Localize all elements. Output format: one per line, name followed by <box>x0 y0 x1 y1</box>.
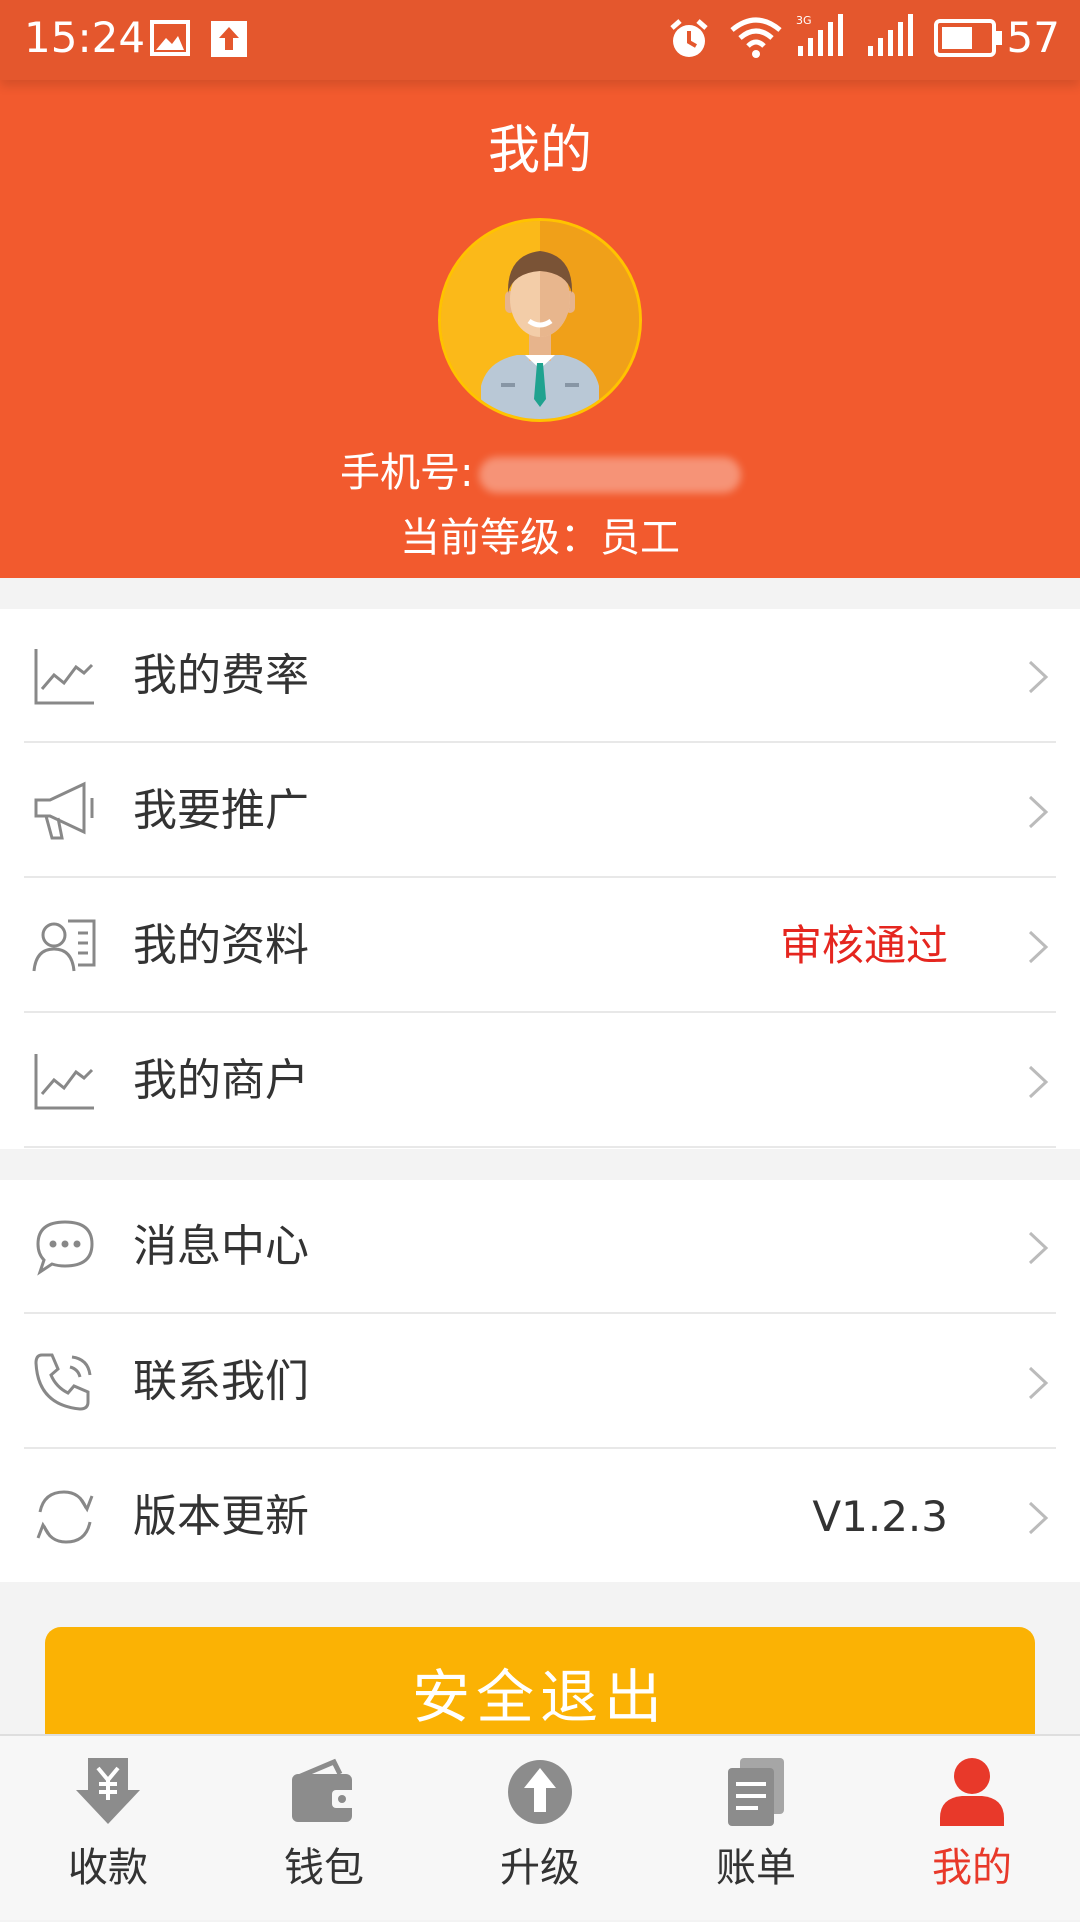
chevron-right-icon <box>1028 795 1049 829</box>
menu-item-my-rate[interactable]: 我的费率 <box>0 609 1080 743</box>
menu-item-message-center[interactable]: 消息中心 <box>0 1180 1080 1314</box>
divider <box>24 1011 1056 1013</box>
menu-item-label: 联系我们 <box>133 1356 309 1407</box>
chart-line-icon <box>34 1054 94 1110</box>
chevron-right-icon <box>1028 660 1049 694</box>
tab-receive[interactable]: 收款 <box>0 1736 216 1922</box>
page-title: 我的 <box>487 121 592 181</box>
menu-item-my-profile[interactable]: 我的资料 审核通过 <box>0 879 1080 1013</box>
chevron-right-icon <box>1028 1501 1049 1535</box>
tab-label: 收款 <box>68 1845 148 1891</box>
bill-icon <box>728 1758 784 1826</box>
menu-item-label: 我的资料 <box>133 920 309 971</box>
tab-bill[interactable]: 账单 <box>648 1736 864 1922</box>
menu-item-contact-us[interactable]: 联系我们 <box>0 1315 1080 1449</box>
user-level: 当前等级：员工 <box>400 515 680 561</box>
receive-money-icon <box>76 1758 140 1824</box>
divider <box>24 741 1056 743</box>
battery-level: 57 <box>1006 13 1060 62</box>
chevron-right-icon <box>1028 1065 1049 1099</box>
megaphone-icon <box>34 781 94 840</box>
divider <box>24 876 1056 878</box>
profile-header: 我的 手机号: 当前等级：员工 <box>0 80 1080 578</box>
menu-item-version-update[interactable]: 版本更新 V1.2.3 <box>0 1450 1080 1584</box>
alarm-icon <box>670 19 708 57</box>
chat-bubble-icon <box>36 1220 94 1276</box>
tab-label: 我的 <box>932 1845 1012 1891</box>
avatar-person-icon <box>441 221 639 419</box>
menu-item-promote[interactable]: 我要推广 <box>0 744 1080 878</box>
chevron-right-icon <box>1028 930 1049 964</box>
divider <box>24 1447 1056 1449</box>
tab-mine[interactable]: 我的 <box>864 1736 1080 1922</box>
upgrade-icon <box>508 1760 572 1824</box>
tab-label: 升级 <box>500 1845 580 1891</box>
menu-item-my-merchants[interactable]: 我的商户 <box>0 1014 1080 1148</box>
battery-icon <box>934 19 1002 57</box>
menu-item-label: 我的商户 <box>133 1055 309 1106</box>
chevron-right-icon <box>1028 1366 1049 1400</box>
phone-label: 手机号: <box>340 450 474 496</box>
signal-3g-icon: 3G <box>796 14 843 56</box>
image-icon <box>150 20 190 56</box>
refresh-icon <box>36 1490 94 1544</box>
phone-icon <box>34 1353 92 1411</box>
profile-card-icon <box>32 919 96 972</box>
tab-label: 账单 <box>716 1845 796 1891</box>
wifi-icon <box>730 17 782 58</box>
user-icon <box>940 1758 1004 1826</box>
menu-item-label: 我要推广 <box>133 785 309 836</box>
wallet-icon <box>292 1758 358 1822</box>
avatar[interactable] <box>438 218 642 422</box>
phone-number-row: 手机号: <box>340 445 742 501</box>
app-version: V1.2.3 <box>812 1492 948 1541</box>
tab-upgrade[interactable]: 升级 <box>432 1736 648 1922</box>
phone-number-blurred <box>479 457 742 493</box>
chart-line-icon <box>34 649 94 705</box>
chevron-right-icon <box>1028 1231 1049 1265</box>
divider <box>24 1312 1056 1314</box>
menu-item-label: 版本更新 <box>133 1491 309 1542</box>
menu-item-label: 我的费率 <box>133 650 309 701</box>
status-time: 15:24 <box>24 13 146 62</box>
tab-label: 钱包 <box>284 1845 364 1891</box>
bottom-tab-bar: 收款 钱包 升级 账单 我的 <box>0 1734 1080 1920</box>
signal-icon <box>868 14 913 56</box>
status-bar: 15:24 3G 57 <box>0 0 1080 80</box>
svg-text:3G: 3G <box>796 14 812 27</box>
profile-status-badge: 审核通过 <box>779 921 948 970</box>
menu-group-general: 消息中心 联系我们 版本更新 V1.2.3 <box>0 1180 1080 1582</box>
upload-icon <box>211 21 247 57</box>
menu-group-account: 我的费率 我要推广 我的资料 审核通过 我的商户 <box>0 609 1080 1149</box>
menu-item-label: 消息中心 <box>133 1221 309 1272</box>
tab-wallet[interactable]: 钱包 <box>216 1736 432 1922</box>
divider <box>24 1146 1056 1148</box>
